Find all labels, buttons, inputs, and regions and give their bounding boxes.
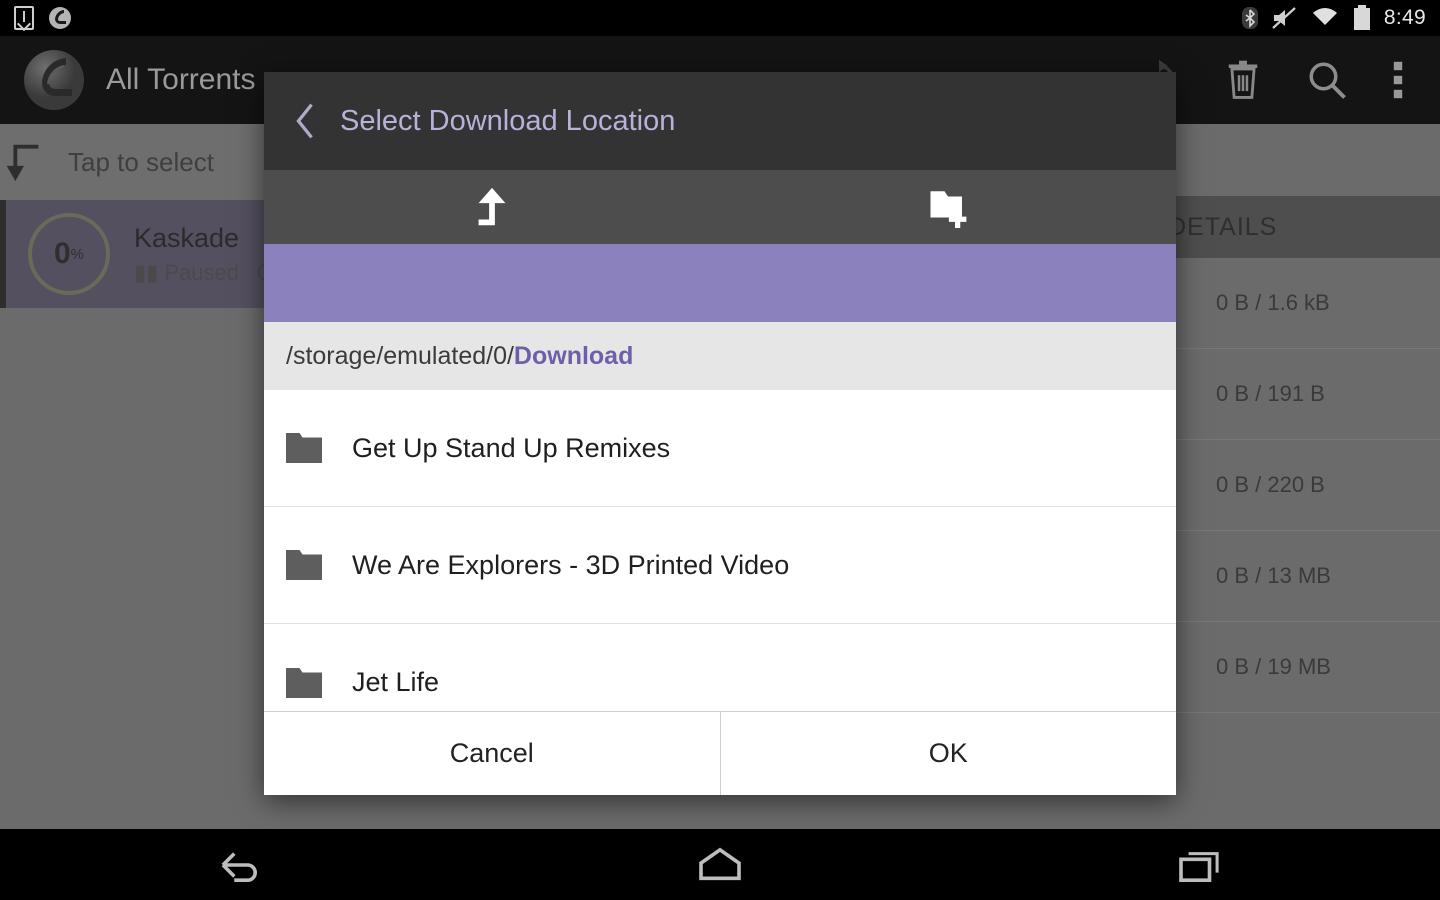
- list-item[interactable]: We Are Explorers - 3D Printed Video: [264, 507, 1176, 624]
- dialog-header: Select Download Location: [264, 72, 1176, 170]
- delete-icon[interactable]: [1224, 59, 1262, 101]
- status-bar: 8:49: [0, 0, 1440, 36]
- app-title: All Torrents: [106, 63, 256, 96]
- cancel-button[interactable]: Cancel: [264, 712, 720, 795]
- chevron-left-icon[interactable]: [288, 103, 322, 139]
- bittorrent-notification-icon: [49, 7, 71, 29]
- overflow-menu-icon[interactable]: [1392, 59, 1404, 101]
- torrent-progress-ring: 0%: [28, 213, 110, 295]
- tap-to-select-label: Tap to select: [68, 146, 214, 177]
- select-arrow-icon: [6, 144, 39, 182]
- status-bar-notifications: [0, 6, 72, 30]
- folder-icon: [286, 667, 322, 698]
- list-item-label: Get Up Stand Up Remixes: [352, 432, 671, 463]
- torrent-status-text: Paused: [164, 259, 239, 285]
- folder-icon: [286, 550, 322, 580]
- file-size: 0 B / 19 MB: [1216, 654, 1331, 679]
- torrent-progress-value: 0: [53, 237, 71, 270]
- path-current-folder: Download: [513, 341, 634, 370]
- select-download-location-dialog: Select Download Location /storage/emulat…: [264, 72, 1176, 795]
- home-icon[interactable]: [660, 846, 780, 884]
- recents-icon[interactable]: [1140, 846, 1260, 884]
- folder-icon: [286, 433, 322, 463]
- navigate-up-directory-icon[interactable]: [264, 184, 720, 230]
- list-item-label: We Are Explorers - 3D Printed Video: [352, 549, 790, 580]
- file-size: 0 B / 220 B: [1216, 472, 1325, 497]
- current-path: /storage/emulated/0/Download: [264, 322, 1176, 390]
- bittorrent-logo: [24, 50, 84, 110]
- folder-list: Get Up Stand Up Remixes We Are Explorers…: [264, 390, 1176, 741]
- bluetooth-icon: [1241, 7, 1258, 29]
- selected-location-bar[interactable]: [264, 244, 1176, 322]
- dialog-buttons: Cancel OK: [264, 711, 1176, 795]
- file-size: 0 B / 191 B: [1216, 381, 1325, 406]
- wifi-icon: [1312, 8, 1337, 25]
- tab-details[interactable]: DETAILS: [1168, 213, 1277, 242]
- file-size: 0 B / 1.6 kB: [1216, 290, 1330, 315]
- create-new-folder-icon[interactable]: [720, 186, 1176, 228]
- dialog-title: Select Download Location: [340, 104, 676, 137]
- list-item[interactable]: Get Up Stand Up Remixes: [264, 390, 1176, 507]
- search-icon[interactable]: [1306, 59, 1348, 101]
- dialog-toolbar: [264, 170, 1176, 244]
- path-prefix: /storage/emulated/0/: [286, 341, 514, 370]
- battery-icon: [1353, 5, 1370, 30]
- status-bar-system-icons: 8:49: [1241, 5, 1440, 31]
- ok-button[interactable]: OK: [719, 712, 1177, 795]
- list-item-label: Jet Life: [352, 667, 440, 697]
- back-icon[interactable]: [180, 846, 300, 884]
- download-icon: [14, 6, 34, 30]
- app-bar-actions: [1138, 59, 1440, 101]
- torrent-progress-unit: %: [70, 245, 85, 263]
- android-screen: 8:49 All Torrents Tap to select 0 % Kask…: [0, 0, 1440, 900]
- status-bar-clock: 8:49: [1383, 6, 1426, 29]
- file-size: 0 B / 13 MB: [1216, 563, 1331, 588]
- navigation-bar: [0, 829, 1440, 900]
- mute-icon: [1272, 7, 1296, 29]
